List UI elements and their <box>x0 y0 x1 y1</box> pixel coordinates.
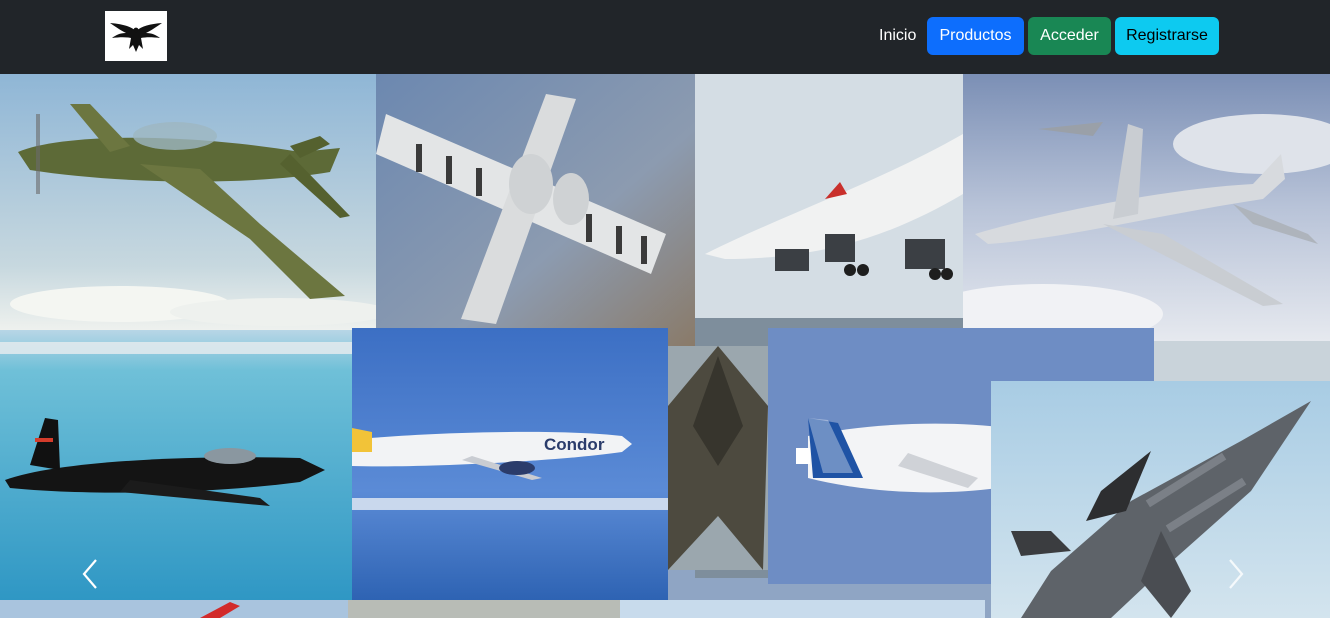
photo-black-navy-fighter <box>0 330 352 600</box>
nav-link-home[interactable]: Inicio <box>879 17 916 55</box>
photo-concorde-landing <box>695 74 963 318</box>
login-button[interactable]: Acceder <box>1028 17 1111 55</box>
photo-grey-strike-fighter <box>991 381 1330 618</box>
photo-bottom-3 <box>620 600 985 618</box>
eagle-logo-icon <box>110 23 162 52</box>
chevron-left-icon <box>82 559 97 589</box>
image-carousel: Condor <box>0 74 1330 618</box>
chevron-right-icon <box>1229 559 1244 589</box>
brand-logo[interactable] <box>105 11 167 61</box>
condor-livery-text: Condor <box>544 435 605 454</box>
photo-stealth-bomber <box>668 346 768 570</box>
photo-bottom-1 <box>0 600 348 618</box>
photo-bottom-2 <box>348 600 620 618</box>
register-button[interactable]: Registrarse <box>1115 17 1219 55</box>
products-button[interactable]: Productos <box>927 17 1024 55</box>
photo-tanker-with-fighters <box>963 74 1330 341</box>
photo-grey-attack-jet <box>376 74 695 348</box>
photo-green-propeller-plane <box>0 74 376 330</box>
photo-condor-airliner: Condor <box>352 328 668 600</box>
carousel-next-button[interactable] <box>1216 544 1256 604</box>
navbar: Inicio Productos Acceder Registrarse <box>0 0 1330 74</box>
carousel-prev-button[interactable] <box>70 544 110 604</box>
photo-sky-gap <box>1154 341 1330 381</box>
